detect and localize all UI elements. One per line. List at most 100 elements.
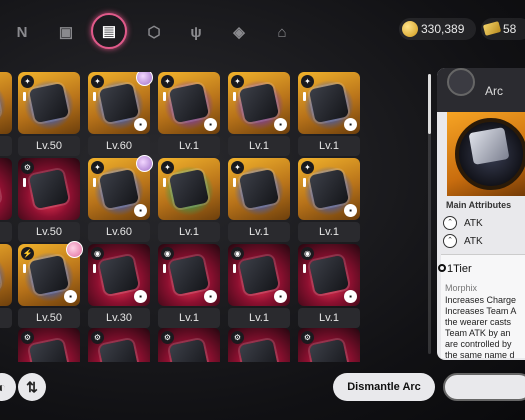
element-icon: ⚙ [91,331,104,344]
description-line: Increases Team A [445,306,517,316]
set-name: Morphix [445,283,478,293]
tab-device-icon[interactable]: ▣ [52,18,80,46]
arc-card[interactable]: ✦ Lv.50 [18,72,80,158]
arc-card-art: ⚙ [18,328,80,362]
tab-logo-icon[interactable]: N [8,18,36,46]
sort-order-button[interactable]: ⇅ [18,373,46,401]
arc-card[interactable]: ⚙ [228,328,290,362]
arc-card[interactable]: ✦ Lv.1 [158,158,220,244]
lock-icon: ▪ [344,204,357,217]
lock-icon: ▪ [134,204,147,217]
lock-icon: ▪ [204,290,217,303]
arc-card[interactable]: Lv.50 [0,72,12,158]
arc-card[interactable]: ✦ ▪ Lv.1 [298,158,360,244]
element-icon: ◉ [231,247,244,260]
arc-card-level: Lv.1 [158,222,220,242]
element-icon: ⚙ [21,161,34,174]
element-icon: ◉ [91,247,104,260]
tab-arc-icon[interactable]: ▤ [91,13,127,49]
arc-card[interactable]: ✦ ▪ Lv.1 [298,72,360,158]
arc-type-icon [447,68,475,96]
arc-card-art [0,72,12,134]
tab-food-icon[interactable]: ψ [182,18,210,46]
arc-card-art [0,244,12,306]
gold-counter: 330,389 [399,18,476,40]
tab-cube-icon[interactable]: ◈ [225,18,253,46]
arc-card[interactable]: ⚙ [18,328,80,362]
arc-card-art: ◉ ▪ [298,244,360,306]
tab-box-icon[interactable]: ⬡ [140,18,168,46]
arc-card[interactable]: ⚡ ▪ Lv.50 [18,241,83,330]
attribute-row: ⌃ ATK [443,216,525,233]
arc-card[interactable]: ⚙ Lv.50 [18,158,80,244]
arc-card-art: ✦ [228,158,290,220]
arc-card[interactable]: Lv.50 [0,244,12,330]
lock-icon: ▪ [274,290,287,303]
arc-card-level: Lv.1 [228,136,290,156]
arc-detail-panel: Arc Main Attributes ⌃ ATK ⌃ ATK 1Tier Mo… [437,68,525,360]
arc-grid: Lv.50 ✦ Lv.50 ✦ ▪ Lv.60 ✦ ▪ Lv.1 ✦ ▪ Lv.… [0,72,418,362]
equipped-avatar-icon [136,155,153,172]
attribute-label: ATK [464,236,483,247]
description-line: are controlled by [445,339,512,349]
element-icon: ✦ [91,75,104,88]
arc-card[interactable]: ✦ ▪ Lv.60 [88,72,153,158]
arc-card-level: Lv.1 [298,222,360,242]
element-icon: ◉ [161,247,174,260]
tab-home-icon[interactable]: ⌂ [268,18,296,46]
lock-icon: ▪ [344,118,357,131]
tier-dot-icon [438,264,446,272]
element-icon: ◉ [301,247,314,260]
arc-card-art: ⚙ [228,328,290,362]
arc-card-level: Lv.1 [298,308,360,328]
dismantle-arc-button[interactable]: Dismantle Arc [333,373,435,401]
grid-scrollbar[interactable] [428,74,431,354]
arc-card-level: Lv.50 [0,222,12,242]
arc-card[interactable]: ◉ ▪ Lv.1 [228,244,290,330]
set-description: Increases Charge Increases Team A the we… [445,295,525,360]
arc-card-art: ⚙ [158,328,220,362]
ticket-counter: 58 [481,18,525,40]
arc-card-level: Lv.1 [228,308,290,328]
arc-card-art: ✦ ▪ [158,72,220,134]
arc-card-art: ✦ ▪ [298,158,360,220]
arc-card[interactable]: ✦ Lv.1 [228,158,290,244]
arc-card-art: ✦ ▪ [228,72,290,134]
description-line: Increases Charge [445,295,517,305]
ticket-icon [482,21,502,36]
grid-scroll-thumb[interactable] [428,74,431,134]
element-icon: ✦ [21,75,34,88]
attribute-row: ⌃ ATK [443,234,525,251]
element-icon: ✦ [231,75,244,88]
arc-card[interactable]: ◉ ▪ Lv.1 [298,244,360,330]
element-icon: ⚙ [231,331,244,344]
arc-card-level: Lv.1 [158,308,220,328]
arc-card-art: ◉ ▪ [158,244,220,306]
arc-card[interactable]: ◉ ▪ Lv.1 [158,244,220,330]
atk-icon: ⌃ [443,216,457,230]
arc-card-level: Lv.1 [158,136,220,156]
equipped-avatar-icon [66,241,83,258]
arc-card-level: Lv.50 [18,308,80,328]
filter-button[interactable]: ◐ [0,373,16,401]
panel-header: Arc [437,68,525,112]
element-icon: ✦ [161,75,174,88]
equip-button[interactable] [443,373,525,401]
arc-card-art: ⚙ [88,328,150,362]
arc-card[interactable]: ◉ ▪ Lv.30 [88,244,150,330]
element-icon: ⚙ [301,331,314,344]
top-bar: N ▣ ▤ ⬡ ψ ◈ ⌂ 330,389 58 [0,0,525,62]
lock-icon: ▪ [344,290,357,303]
element-icon: ✦ [91,161,104,174]
arc-card-level: Lv.60 [88,136,150,156]
arc-card[interactable]: Lv.50 [0,158,12,244]
arc-card[interactable]: ⚙ [88,328,150,362]
arc-card[interactable]: ⚙ [298,328,360,362]
arc-card[interactable]: ✦ ▪ Lv.1 [158,72,220,158]
element-icon: ✦ [231,161,244,174]
gold-amount: 330,389 [421,22,465,36]
arc-card[interactable]: ✦ ▪ Lv.60 [88,155,153,244]
arc-card[interactable]: ✦ ▪ Lv.1 [228,72,290,158]
lock-icon: ▪ [274,118,287,131]
arc-card[interactable]: ⚙ [158,328,220,362]
